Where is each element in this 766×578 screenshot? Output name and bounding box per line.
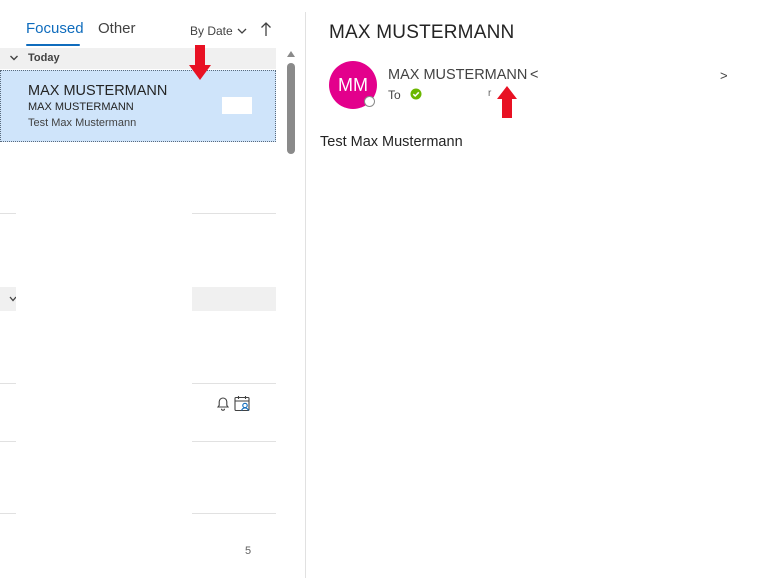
from-address-close: > [720,68,728,83]
sort-by-button[interactable]: By Date [190,24,247,38]
scroll-up-arrow-icon[interactable] [286,50,296,58]
reminder-bell-icon[interactable] [215,395,231,412]
list-row-divider [192,441,276,442]
reading-pane-subject: MAX MUSTERMANN [329,22,515,43]
list-row-divider [192,383,276,384]
message-body: Test Max Mustermann [320,134,463,150]
collapse-chevron-icon[interactable] [9,53,19,63]
list-row-divider [0,383,16,384]
message-time-redacted [222,97,252,114]
message-subject: MAX MUSTERMANN [28,101,134,113]
group-header-collapsed[interactable] [192,287,276,311]
chevron-down-icon [237,28,247,34]
list-row-divider [192,513,276,514]
list-row-divider [0,441,16,442]
sort-direction-arrow-icon[interactable] [259,20,273,38]
tab-focused[interactable]: Focused [26,20,84,37]
sort-by-label: By Date [190,24,233,38]
from-address-open: < [530,67,539,83]
recipient-fragment: r [488,88,492,99]
list-row-divider [0,513,16,514]
from-sender-name[interactable]: MAX MUSTERMANN [388,67,527,83]
meeting-calendar-icon[interactable] [234,395,252,412]
message-preview: Test Max Mustermann [28,117,137,129]
message-sender: MAX MUSTERMANN [28,83,168,99]
list-row-divider [0,213,16,214]
list-row-divider [192,213,276,214]
to-label: To [388,88,401,102]
group-label-today: Today [28,52,60,64]
redacted-area [16,142,192,578]
pane-divider[interactable] [305,12,306,578]
annotation-arrow-down-icon [189,45,211,80]
tab-focused-underline [26,44,80,46]
annotation-arrow-up-icon [497,86,517,118]
avatar-initials: MM [338,74,368,95]
presence-status-icon [364,96,375,107]
list-item-text-fragment: 5 [245,545,252,557]
scrollbar-thumb[interactable] [287,63,295,154]
tab-other[interactable]: Other [98,20,136,37]
recipient-available-check-icon [410,88,422,100]
